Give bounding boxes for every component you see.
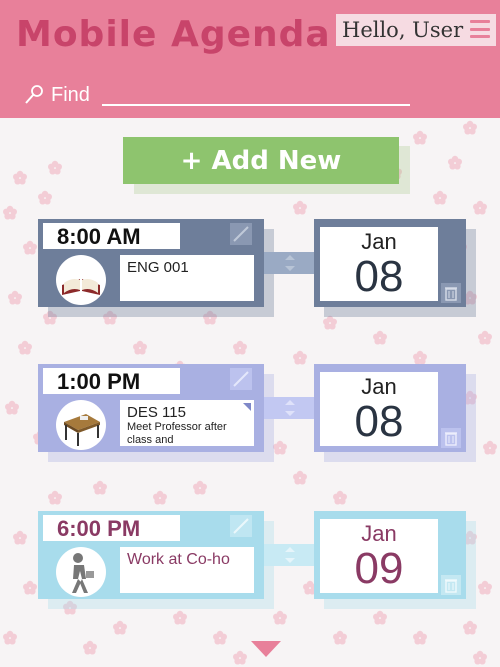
app-header: Mobile Agenda Hello, User Find — [0, 0, 500, 118]
date-card: Jan 08 — [314, 364, 466, 452]
event-day: 08 — [354, 252, 404, 301]
event-note[interactable]: ENG 001 — [120, 255, 254, 301]
card-connector — [264, 544, 314, 566]
pencil-icon — [230, 515, 252, 537]
trash-icon — [441, 428, 461, 448]
reorder-arrows-icon[interactable] — [284, 399, 296, 417]
search-icon — [25, 85, 43, 104]
event-note[interactable]: DES 115 Meet Professor after class and — [120, 400, 254, 446]
user-menu[interactable]: Hello, User — [336, 14, 496, 46]
edit-button[interactable] — [230, 515, 252, 537]
delete-button[interactable] — [441, 283, 461, 303]
card-connector — [264, 397, 314, 419]
add-new-button[interactable]: + Add New — [123, 137, 399, 184]
event-time: 6:00 PM — [43, 515, 180, 541]
user-greeting: Hello, User — [342, 18, 464, 42]
event-title: Work at Co-ho — [127, 551, 230, 568]
event-note[interactable]: Work at Co-ho — [120, 547, 254, 593]
search-bar: Find — [24, 80, 414, 106]
event-time: 1:00 PM — [43, 368, 180, 394]
expand-icon[interactable] — [243, 403, 251, 411]
scroll-down-button[interactable] — [251, 641, 281, 657]
event-note-text: Meet Professor after class and — [127, 421, 227, 446]
event-card[interactable]: 1:00 PM DES 115 Meet Professor after cla… — [38, 364, 264, 452]
event-time: 8:00 AM — [43, 223, 180, 249]
event-card[interactable]: 8:00 AM ENG 001 — [38, 219, 264, 307]
walking-person-icon — [56, 547, 106, 597]
agenda-item: 6:00 PM Work at Co-ho Jan 09 — [0, 511, 500, 621]
reorder-arrows-icon[interactable] — [284, 254, 296, 272]
trash-icon — [441, 575, 461, 595]
event-card[interactable]: 6:00 PM Work at Co-ho — [38, 511, 264, 599]
triangle-down-icon — [251, 641, 281, 657]
pencil-icon — [230, 368, 252, 390]
delete-button[interactable] — [441, 575, 461, 595]
event-date: Jan 08 — [320, 372, 438, 446]
event-title: ENG 001 — [127, 259, 189, 276]
edit-button[interactable] — [230, 368, 252, 390]
search-label: Find — [51, 84, 90, 106]
event-day: 09 — [354, 544, 404, 593]
event-date: Jan 08 — [320, 227, 438, 301]
agenda-item: 8:00 AM ENG 001 Jan 08 — [0, 219, 500, 329]
app-title: Mobile Agenda — [16, 14, 331, 55]
desk-icon — [56, 400, 106, 450]
delete-button[interactable] — [441, 428, 461, 448]
card-connector — [264, 252, 314, 274]
search-input[interactable] — [101, 84, 410, 106]
reorder-arrows-icon[interactable] — [284, 546, 296, 564]
trash-icon — [441, 283, 461, 303]
pencil-icon — [230, 223, 252, 245]
date-card: Jan 09 — [314, 511, 466, 599]
date-card: Jan 08 — [314, 219, 466, 307]
event-date: Jan 09 — [320, 519, 438, 593]
event-day: 08 — [354, 397, 404, 446]
edit-button[interactable] — [230, 223, 252, 245]
book-icon — [56, 255, 106, 305]
hamburger-menu-icon[interactable] — [470, 20, 490, 38]
event-title: DES 115 — [127, 404, 186, 421]
agenda-item: 1:00 PM DES 115 Meet Professor after cla… — [0, 364, 500, 474]
